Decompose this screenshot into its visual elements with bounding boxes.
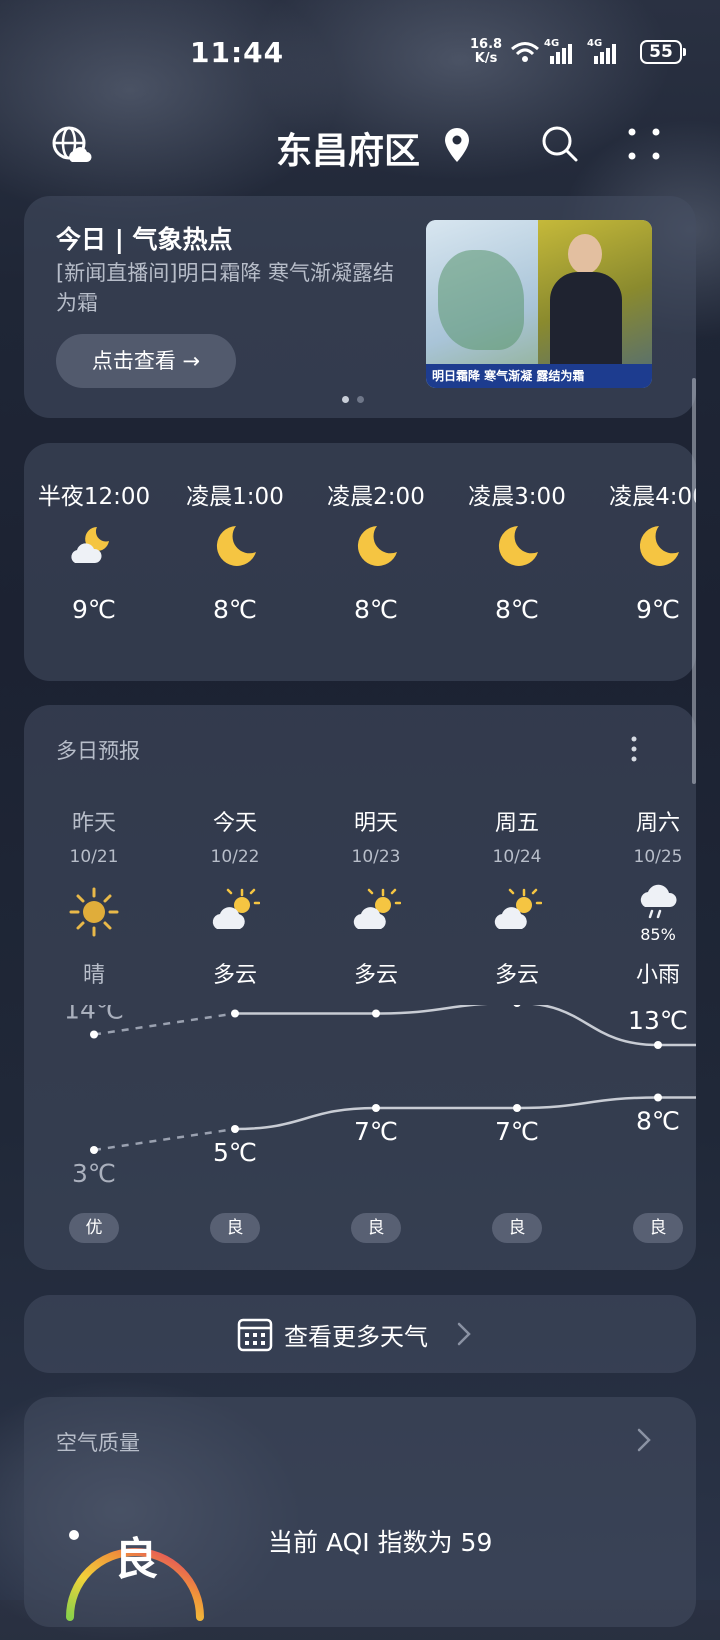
location-title[interactable]: 东昌府区 [276, 122, 420, 174]
forecast-menu-icon[interactable] [624, 735, 644, 763]
aqi-text: 当前 AQI 指数为 59 [268, 1528, 493, 1557]
page-dot [357, 396, 364, 403]
temp-label: 7℃ [354, 1117, 398, 1146]
high_value-line [235, 1005, 696, 1047]
temp-point [654, 1093, 662, 1102]
forecast-day: 昨天 10/21 晴 优 [24, 805, 164, 1243]
temp-point [372, 1104, 380, 1112]
wifi-icon [511, 42, 539, 62]
low_value-line [234, 1096, 696, 1131]
partly-cloudy-icon [494, 888, 542, 929]
more-weather-label: 查看更多天气 [284, 1323, 428, 1351]
hourly-item: 凌晨3:00 8℃ [468, 484, 566, 624]
moon-icon [498, 526, 538, 566]
forecast-day: 今天 10/22 多云 良 [165, 805, 305, 1243]
temp-point [90, 1146, 98, 1154]
net-speed: 16.8 K/s [470, 37, 503, 66]
news-card[interactable]: 今日 | 气象热点 [新闻直播间]明日霜降 寒气渐凝露结为霜 点击查看 → 明日… [24, 196, 696, 418]
forecast-day: 周五 10/24 多云 良 [447, 805, 587, 1243]
rain-icon [640, 884, 677, 919]
moon-icon [639, 526, 679, 566]
calendar-icon [237, 1318, 273, 1352]
news-thumbnail[interactable]: 明日霜降 寒气渐凝 露结为霜 [426, 220, 652, 388]
hourly-item: 凌晨4:00 9℃ [609, 484, 696, 624]
hourly-forecast-card[interactable]: 半夜12:00 9℃ 凌晨1:00 8℃ 凌晨2:00 8℃ 凌晨3:00 8℃… [24, 443, 696, 681]
news-title: 今日 | 气象热点 [56, 225, 233, 254]
more-menu-icon[interactable] [624, 126, 664, 166]
news-text: [新闻直播间]明日霜降 寒气渐凝露结为霜 [56, 261, 395, 315]
temp-point [513, 1005, 521, 1007]
multi-day-forecast-card[interactable]: 多日预报 昨天 10/21 晴 优 今天 10/22 多云 良 明天 10/23… [24, 705, 696, 1270]
search-icon[interactable] [540, 124, 580, 164]
page-dot-active [342, 396, 349, 403]
temp-label: 8℃ [636, 1107, 680, 1136]
globe-icon[interactable] [50, 124, 92, 166]
temp-label: 7℃ [495, 1117, 539, 1146]
moon-icon [216, 526, 256, 566]
temp-label: 14℃ [64, 1005, 124, 1025]
precip-chance: 85% [640, 925, 676, 944]
forecast-day: 明天 10/23 多云 良 [306, 805, 446, 1243]
status-bar: 11:44 16.8 K/s 4G 4G 55 [0, 0, 720, 100]
forecast-title: 多日预报 [56, 739, 140, 763]
hourly-item: 凌晨1:00 8℃ [186, 484, 284, 624]
temperature-chart: 14℃16℃16℃17℃13℃3℃5℃7℃7℃8℃ [64, 1005, 696, 1188]
partly-cloudy-icon [212, 888, 260, 929]
forecast-day: 周六 10/25 85% 小雨 良 [588, 805, 696, 1243]
temp-point [654, 1041, 662, 1049]
temp-label: 3℃ [72, 1159, 116, 1188]
battery-indicator: 55 [640, 40, 686, 64]
scrollbar[interactable] [692, 378, 696, 784]
location-pin-icon [445, 128, 469, 162]
temp-point [513, 1104, 521, 1112]
temp-label: 13℃ [628, 1006, 688, 1035]
signal-icon-2 [594, 44, 616, 64]
status-time: 11:44 [190, 36, 285, 69]
signal-icon [550, 44, 572, 64]
chevron-right-icon [457, 1322, 471, 1346]
sun-icon [69, 887, 119, 937]
air-quality-title: 空气质量 [56, 1431, 140, 1455]
hourly-item: 凌晨2:00 8℃ [327, 484, 425, 624]
partly-cloudy-icon [353, 888, 401, 929]
chevron-right-icon [637, 1428, 651, 1452]
temp-point [90, 1030, 98, 1039]
hourly-item: 半夜12:00 9℃ [37, 484, 151, 624]
temp-label: 5℃ [213, 1138, 257, 1167]
news-caption: 明日霜降 寒气渐凝 露结为霜 [426, 364, 652, 388]
air-quality-card[interactable]: 空气质量 良 当前 AQI 指数为 59 [24, 1397, 696, 1627]
moon-cloud-icon [71, 527, 109, 563]
more-weather-button[interactable]: 查看更多天气 [24, 1295, 696, 1373]
moon-icon [357, 526, 397, 566]
temp-point [231, 1009, 239, 1018]
temp-point [231, 1125, 239, 1133]
aqi-level: 良 [114, 1534, 158, 1585]
temp-point [372, 1009, 380, 1018]
view-news-button[interactable]: 点击查看 → [56, 334, 236, 388]
